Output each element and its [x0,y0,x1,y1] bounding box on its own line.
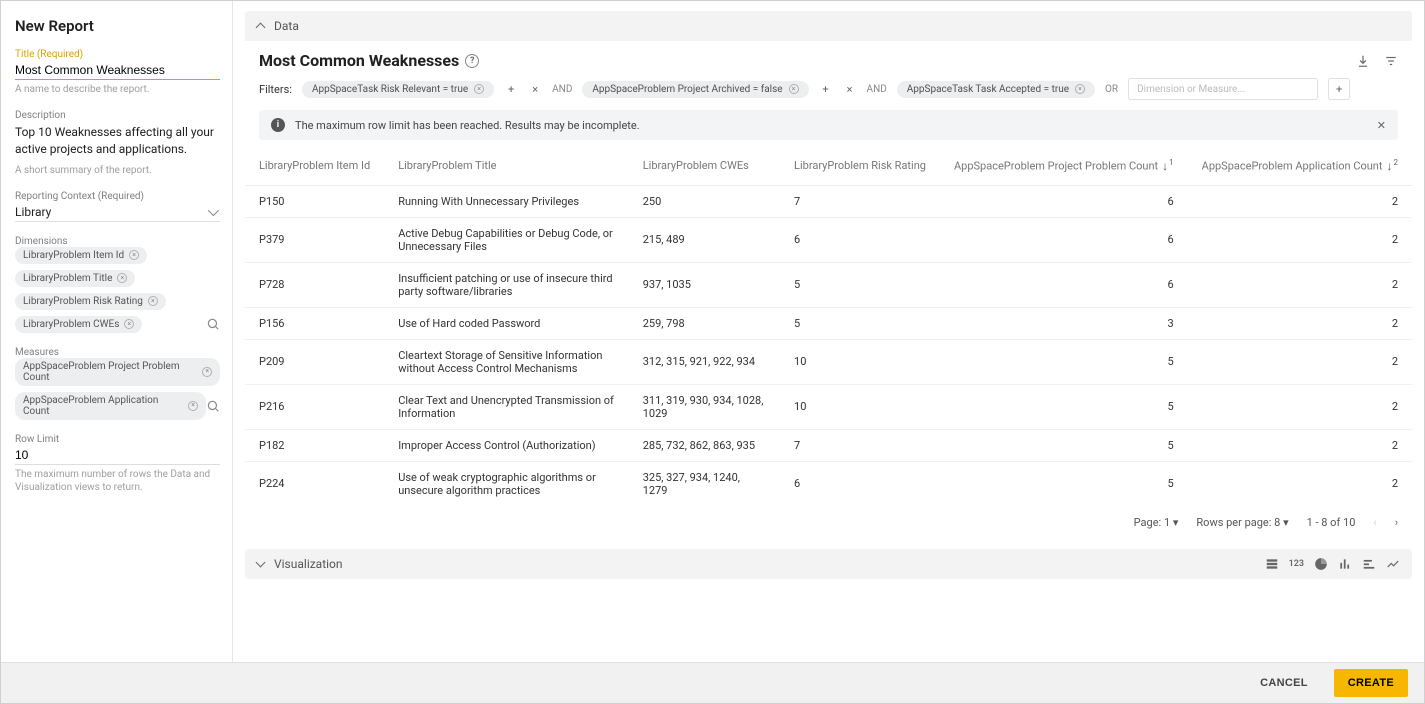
measure-chip[interactable]: AppSpaceProblem Application Count × [15,392,206,420]
col-header[interactable]: LibraryProblem Item Id [245,146,384,185]
dimension-chip[interactable]: LibraryProblem CWEs × [15,316,142,333]
add-filter-icon[interactable]: + [819,83,833,96]
data-panel-toggle[interactable]: Data [245,11,1412,41]
sort-desc-icon: ↓ [1387,159,1393,173]
next-page-icon[interactable]: › [1395,516,1398,529]
dimensions-label: Dimensions [15,236,220,247]
sidebar: New Report Title (Required) A name to de… [1,1,233,662]
line-chart-icon[interactable] [1386,557,1400,571]
measure-chip[interactable]: AppSpaceProblem Project Problem Count × [15,358,220,386]
alert-banner: i The maximum row limit has been reached… [259,110,1398,140]
data-panel: Data Most Common Weaknesses ? [245,11,1412,539]
table-row[interactable]: P182Improper Access Control (Authorizati… [245,429,1412,461]
dimension-chip[interactable]: LibraryProblem Title × [15,270,135,287]
sidebar-title: New Report [15,17,220,35]
remove-chip-icon[interactable]: × [124,319,134,329]
col-header[interactable]: LibraryProblem Title [384,146,629,185]
title-helper: A name to describe the report. [15,83,220,96]
filter-list-icon[interactable] [1384,54,1398,68]
add-filter-icon[interactable]: + [504,83,518,96]
table-row[interactable]: P150Running With Unnecessary Privileges2… [245,185,1412,217]
table-view-icon[interactable] [1265,557,1279,571]
filter-pill[interactable]: AppSpaceTask Task Accepted = true × [897,81,1095,98]
clear-filter-icon[interactable]: × [843,83,857,96]
add-filter-group-icon[interactable]: + [1328,78,1350,100]
search-icon[interactable] [206,399,220,413]
filter-pill[interactable]: AppSpaceTask Risk Relevant = true × [302,81,494,98]
description-helper: A short summary of the report. [15,164,220,177]
page-select[interactable]: 1 ▾ [1164,516,1178,529]
clear-filter-icon[interactable]: × [528,83,542,96]
visualization-panel-title: Visualization [274,557,343,571]
number-view-icon[interactable]: 123 [1289,559,1304,569]
filters-label: Filters: [259,83,292,96]
description-label: Description [15,110,220,121]
table-row[interactable]: P209Cleartext Storage of Sensitive Infor… [245,339,1412,384]
title-input[interactable] [15,60,220,80]
report-title: Most Common Weaknesses [259,51,459,70]
horizontal-bar-icon[interactable] [1362,557,1376,571]
table-row[interactable]: P379Active Debug Capabilities or Debug C… [245,217,1412,262]
footer: CANCEL CREATE [1,663,1424,703]
filter-search-input[interactable]: Dimension or Measure... [1128,78,1318,100]
data-panel-title: Data [274,19,299,33]
remove-chip-icon[interactable]: × [148,296,158,306]
description-text[interactable]: Top 10 Weaknesses affecting all your act… [15,121,220,161]
table-row[interactable]: P156Use of Hard coded Password259, 79853… [245,307,1412,339]
remove-filter-icon[interactable]: × [474,84,484,94]
cancel-button[interactable]: CANCEL [1246,669,1322,697]
search-icon[interactable] [206,317,220,331]
alert-text: The maximum row limit has been reached. … [295,119,640,132]
table-row[interactable]: P728Insufficient patching or use of inse… [245,262,1412,307]
prev-page-icon[interactable]: ‹ [1373,516,1376,529]
sort-desc-icon: ↓ [1162,159,1168,173]
filter-pill[interactable]: AppSpaceProblem Project Archived = false… [582,81,808,98]
pager: Page: 1 ▾ Rows per page: 8 ▾ 1 - 8 of 10… [245,506,1412,539]
remove-filter-icon[interactable]: × [789,84,799,94]
logic-or: OR [1105,84,1118,95]
context-select[interactable]: Library [15,202,220,222]
col-header-sort-1[interactable]: AppSpaceProblem Project Problem Count↓1 [940,146,1188,185]
logic-and: AND [552,84,572,95]
data-table: LibraryProblem Item Id LibraryProblem Ti… [245,146,1412,506]
remove-chip-icon[interactable]: × [202,367,212,377]
rowlimit-helper: The maximum number of rows the Data and … [15,468,220,494]
rows-per-page-select[interactable]: 8 ▾ [1274,516,1288,529]
measures-label: Measures [15,347,220,358]
pie-chart-icon[interactable] [1314,557,1328,571]
help-icon[interactable]: ? [465,54,479,68]
col-header-sort-2[interactable]: AppSpaceProblem Application Count↓2 [1188,146,1412,185]
remove-filter-icon[interactable]: × [1075,84,1085,94]
main: Data Most Common Weaknesses ? [233,1,1424,662]
visualization-panel: Visualization 123 [245,549,1412,579]
table-row[interactable]: P224Use of weak cryptographic algorithms… [245,461,1412,506]
rowlimit-label: Row Limit [15,434,220,445]
chevron-down-icon [208,205,219,216]
dimension-chip[interactable]: LibraryProblem Risk Rating × [15,293,166,310]
rowlimit-input[interactable] [15,445,220,465]
create-button[interactable]: CREATE [1334,669,1408,697]
remove-chip-icon[interactable]: × [117,273,127,283]
remove-chip-icon[interactable]: × [129,250,139,260]
chevron-up-icon [256,23,266,33]
dimension-chip[interactable]: LibraryProblem Item Id × [15,247,147,264]
info-icon: i [271,118,285,132]
table-row[interactable]: P216Clear Text and Unencrypted Transmiss… [245,384,1412,429]
page-range: 1 - 8 of 10 [1307,516,1356,529]
remove-chip-icon[interactable]: × [188,401,198,411]
col-header[interactable]: LibraryProblem CWEs [629,146,780,185]
bar-chart-icon[interactable] [1338,557,1352,571]
chevron-down-icon[interactable] [256,558,266,568]
col-header[interactable]: LibraryProblem Risk Rating [780,146,940,185]
context-value: Library [15,205,51,219]
context-label: Reporting Context (Required) [15,191,220,202]
close-alert-icon[interactable]: ✕ [1377,119,1386,132]
title-field-label: Title (Required) [15,49,220,60]
download-icon[interactable] [1356,54,1370,68]
logic-and: AND [867,84,887,95]
